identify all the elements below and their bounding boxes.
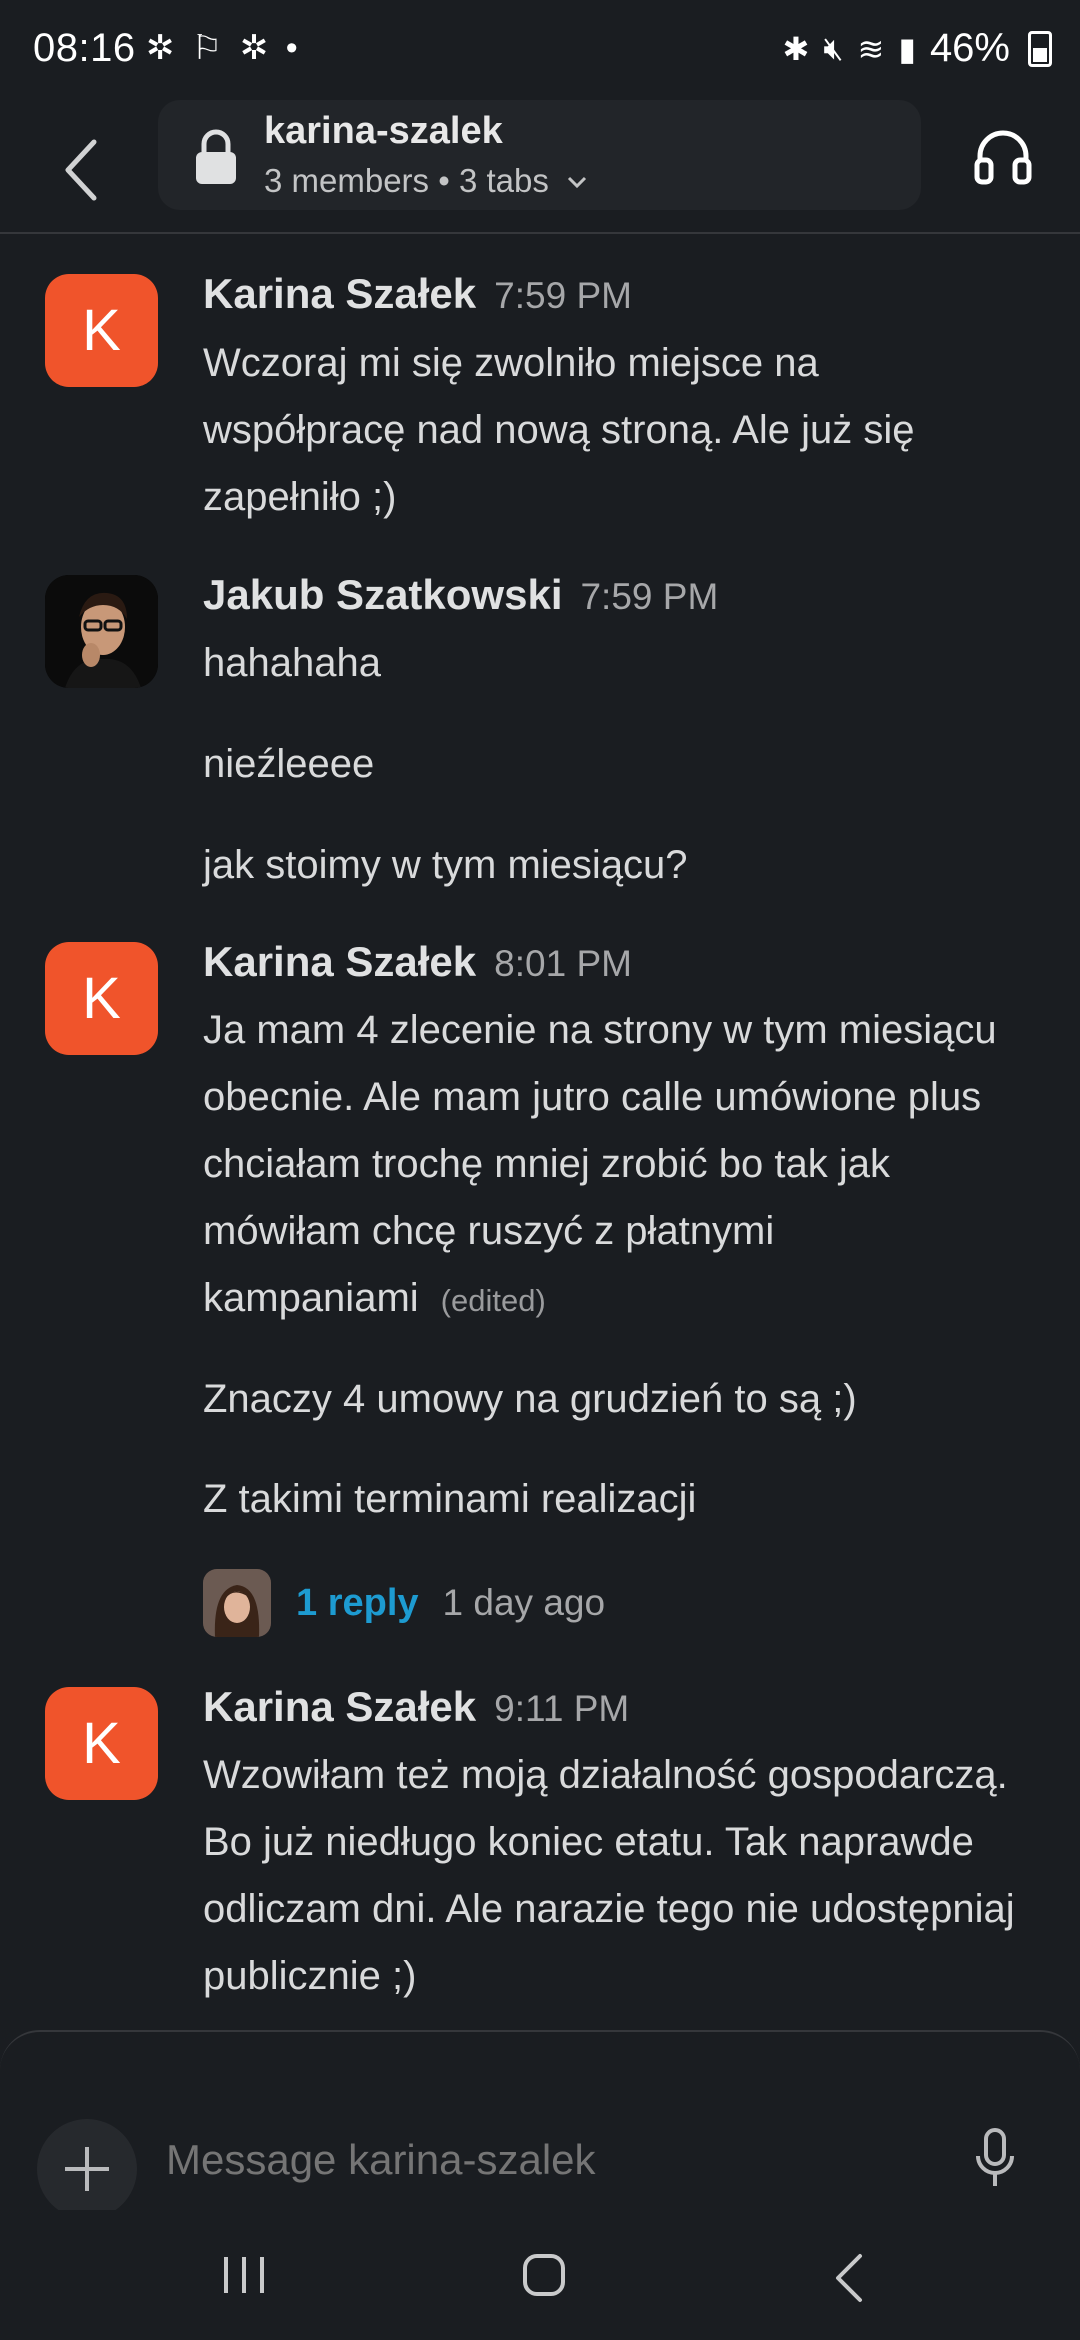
- status-right: ✱ 🔇︎ ≋ ▮ 46%: [783, 26, 1052, 71]
- user-photo: [45, 575, 158, 688]
- mute-icon: 🔇︎: [823, 29, 844, 66]
- author-name[interactable]: Jakub Szatkowski: [203, 571, 562, 618]
- message-header: Karina Szałek 9:11 PM: [203, 1683, 629, 1731]
- battery-icon: [1028, 30, 1052, 67]
- recent-apps-icon[interactable]: [220, 2255, 268, 2295]
- huddle-button[interactable]: [970, 122, 1036, 188]
- message-text: Znaczy 4 umowy na grudzień to są ;): [203, 1377, 857, 1421]
- notification-icons: ✲ ⚐ ✲ •: [146, 29, 302, 67]
- message-header: Jakub Szatkowski 7:59 PM: [203, 571, 718, 619]
- headphones-icon: [974, 130, 1032, 185]
- message-text: Z takimi terminami realizacji: [203, 1477, 697, 1521]
- avatar[interactable]: K: [45, 1687, 158, 1800]
- avatar[interactable]: K: [45, 274, 158, 387]
- channel-info-button[interactable]: karina-szalek 3 members • 3 tabs: [158, 100, 921, 210]
- message-text: Ja mam 4 zlecenie na strony w tym miesią…: [203, 997, 1023, 1334]
- message-time: 7:59 PM: [494, 275, 632, 316]
- message-header: Karina Szałek 8:01 PM: [203, 938, 632, 986]
- message-composer: [0, 2030, 1080, 2219]
- bluetooth-icon: ✱: [782, 30, 810, 67]
- message-time: 8:01 PM: [494, 943, 632, 984]
- signal-icon: ▮: [898, 30, 916, 67]
- battery-percent: 46%: [929, 26, 1010, 70]
- message-text: jak stoimy w tym miesiącu?: [203, 843, 688, 887]
- back-button[interactable]: [50, 122, 120, 212]
- author-name[interactable]: Karina Szałek: [203, 938, 476, 985]
- chevron-down-icon: [567, 176, 587, 189]
- message-time: 9:11 PM: [494, 1688, 630, 1729]
- back-icon[interactable]: [830, 2250, 870, 2306]
- channel-meta-text: 3 members • 3 tabs: [264, 162, 549, 199]
- home-icon[interactable]: [523, 2254, 565, 2296]
- thread-reply-link[interactable]: 1 reply: [296, 1582, 419, 1625]
- edited-label: (edited): [440, 1283, 546, 1318]
- chevron-left-icon: [65, 139, 97, 201]
- system-nav-bar: [0, 2210, 1080, 2340]
- microphone-icon: [976, 2128, 1014, 2186]
- message-time: 7:59 PM: [580, 576, 719, 617]
- message-header: Karina Szałek 7:59 PM: [203, 270, 632, 318]
- avatar[interactable]: K: [45, 942, 158, 1055]
- thread-summary[interactable]: 1 reply 1 day ago: [203, 1568, 605, 1638]
- author-name[interactable]: Karina Szałek: [203, 270, 476, 317]
- microphone-button[interactable]: [970, 2124, 1020, 2196]
- message-text: nieźleeee: [203, 742, 375, 786]
- channel-meta: 3 members • 3 tabs: [264, 162, 590, 200]
- message-input[interactable]: [166, 2136, 946, 2184]
- status-time: 08:16: [33, 26, 136, 70]
- lock-icon: [196, 129, 236, 184]
- message-text: Wzowiłam też moją działalność gospodarcz…: [203, 1753, 1015, 1998]
- channel-header: karina-szalek 3 members • 3 tabs: [0, 100, 1080, 234]
- avatar[interactable]: [45, 575, 158, 688]
- channel-name: karina-szalek: [264, 110, 503, 152]
- author-name[interactable]: Karina Szałek: [203, 1683, 476, 1730]
- thread-last-reply-time: 1 day ago: [442, 1582, 606, 1623]
- user-photo: [203, 1569, 271, 1637]
- wifi-icon: ≋: [857, 30, 885, 67]
- reply-avatar: [203, 1569, 271, 1637]
- message-text: Wczoraj mi się zwolniło miejsce na współ…: [203, 341, 915, 519]
- plus-icon[interactable]: [37, 2119, 137, 2219]
- status-bar: 08:16 ✲ ⚐ ✲ • ✱ 🔇︎ ≋ ▮ 46%: [0, 0, 1080, 100]
- message-text-body: Ja mam 4 zlecenie na strony w tym miesią…: [203, 1008, 997, 1320]
- message-text: hahahaha: [203, 641, 381, 685]
